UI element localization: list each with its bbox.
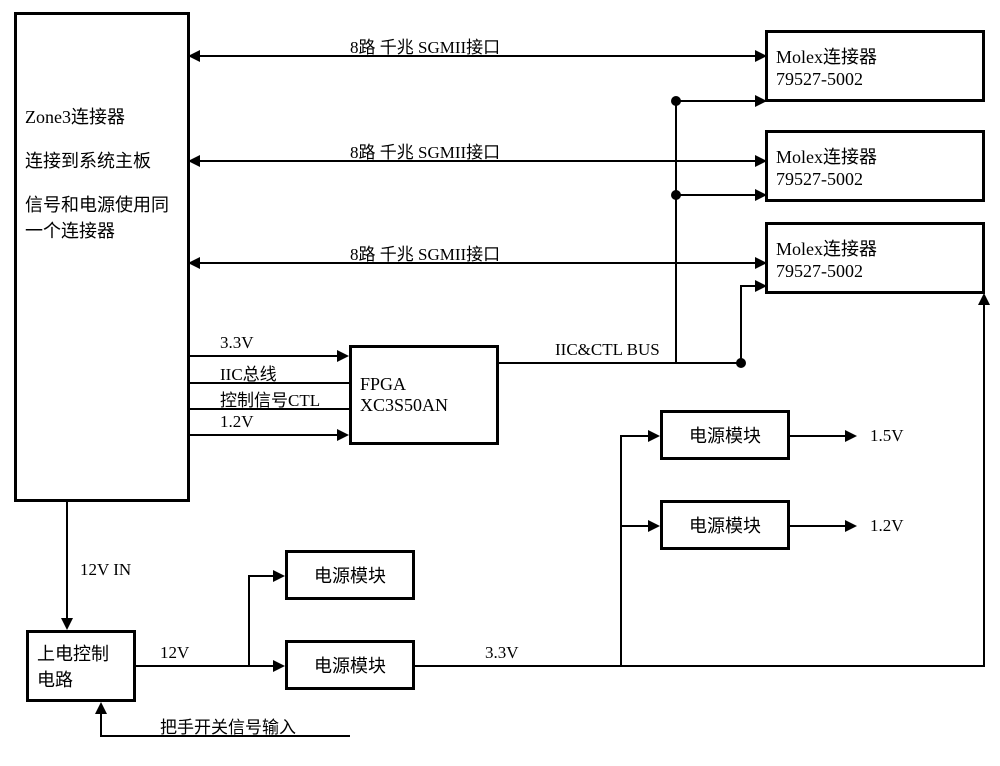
bus-junction-3 [736,358,746,368]
bus-to-molex3 [740,285,765,287]
v33-to-pm3 [620,435,658,437]
molex2-line1: Molex连接器 [776,143,974,169]
v33-out-line [415,665,985,667]
pm3-label: 电源模块 [689,422,761,448]
power-module-2: 电源模块 [285,640,415,690]
iic-label: IIC总线 [220,360,277,385]
bus-vertical [675,100,677,364]
molex3-line1: Molex连接器 [776,235,974,261]
v12-dist-label: 12V [160,643,189,663]
v12-to-pm1 [248,575,283,577]
power-module-3: 电源模块 [660,410,790,460]
bus-to-molex1 [675,100,765,102]
iic-ctl-bus-h [499,362,744,364]
pm4-label: 电源模块 [689,512,761,538]
v12-dist-v [248,575,250,667]
sgmii-label-2: 8路 千兆 SGMII接口 [350,138,500,163]
molex1-line1: Molex连接器 [776,43,974,69]
bus-to-molex3-v [740,285,742,364]
v33-out-label: 3.3V [485,643,519,663]
v12-to-pm2 [248,665,283,667]
v12-in-label: 12V IN [80,560,131,580]
bus-to-molex2 [675,194,765,196]
molex1-line2: 79527-5002 [776,69,974,90]
v33-to-pm4 [620,525,658,527]
molex-connector-3: Molex连接器 79527-5002 [765,222,985,294]
v15-out-line [790,435,855,437]
iic-ctl-bus-label: IIC&CTL BUS [555,340,660,360]
power-ctrl-block: 上电控制电路 [26,630,136,702]
handle-switch-line-v [100,704,102,737]
pm1-label: 电源模块 [314,562,386,588]
v12-label: 1.2V [220,412,254,432]
v12-line [190,434,347,436]
pm2-label: 电源模块 [314,652,386,678]
bus-junction-2 [671,190,681,200]
v33-line [190,355,347,357]
power-ctrl-label: 上电控制电路 [37,640,125,692]
zone3-connector-block: Zone3连接器 连接到系统主板 信号和电源使用同一个连接器 [14,12,190,502]
fpga-block: FPGA XC3S50AN [349,345,499,445]
v12-dist-h [136,665,250,667]
zone3-line2: 连接到系统主板 [25,147,179,173]
zone3-line1: Zone3连接器 [25,103,179,129]
power-module-4: 电源模块 [660,500,790,550]
molex-connector-1: Molex连接器 79527-5002 [765,30,985,102]
fpga-line2: XC3S50AN [360,395,488,416]
handle-switch-label: 把手开关信号输入 [160,713,296,738]
v12-in-line [66,502,68,628]
v12-out-label: 1.2V [870,516,904,536]
v15-out-label: 1.5V [870,426,904,446]
ctl-label: 控制信号CTL [220,386,320,411]
molex3-line2: 79527-5002 [776,261,974,282]
fpga-line1: FPGA [360,374,488,395]
molex2-line2: 79527-5002 [776,169,974,190]
molex-connector-2: Molex连接器 79527-5002 [765,130,985,202]
zone3-line3: 信号和电源使用同一个连接器 [25,191,179,243]
power-module-1: 电源模块 [285,550,415,600]
sgmii-label-3: 8路 千兆 SGMII接口 [350,240,500,265]
v33-label: 3.3V [220,333,254,353]
sgmii-label-1: 8路 千兆 SGMII接口 [350,33,500,58]
v33-branch-v [620,435,622,665]
bus-junction-1 [671,96,681,106]
v33-up-to-molex [983,295,985,667]
v12-out-line [790,525,855,527]
